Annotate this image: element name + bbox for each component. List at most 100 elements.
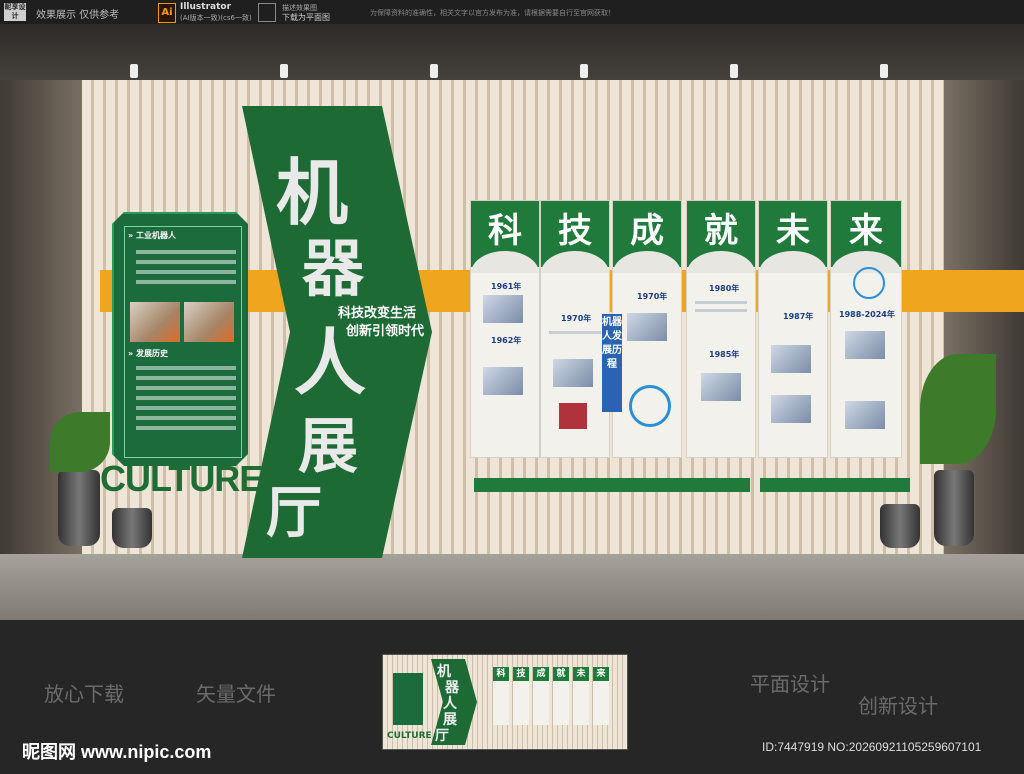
thumb-column: 来 (593, 667, 609, 725)
column-char: 就 (704, 211, 738, 251)
column-char: 技 (558, 211, 592, 251)
marble-floor (0, 554, 1024, 620)
timeline-column: 成 1970年 (612, 200, 682, 458)
hexagon-graphic (853, 267, 885, 299)
spotlight-icon (730, 64, 738, 78)
thumb-culture: CULTURE (387, 731, 432, 741)
thumb-column: 成 (533, 667, 549, 725)
spotlight-icon (880, 64, 888, 78)
vertical-history-label: 机器人发展历程 (602, 314, 622, 412)
thumb-column: 科 (493, 667, 509, 725)
thumb-column: 技 (513, 667, 529, 725)
spotlight-icon (130, 64, 138, 78)
timeline-photo (553, 359, 593, 387)
image-icon (258, 3, 276, 22)
info-panel: » 工业机器人 » 发展历史 (112, 212, 248, 466)
text-line (695, 301, 747, 304)
thumb-panel (393, 673, 423, 725)
panel-heading-history: » 发展历史 (128, 349, 168, 358)
year-label: 1970年 (637, 292, 668, 301)
plant-pot (880, 504, 920, 548)
panel-text-line (136, 386, 236, 390)
plant-pot (112, 508, 152, 548)
title-char: 器 (302, 232, 365, 305)
promo-text: 矢量文件 (196, 682, 276, 706)
timeline-photo (627, 313, 667, 341)
year-label: 1988-2024年 (839, 310, 895, 319)
timeline-column: 来 1988-2024年 (830, 200, 902, 458)
illustrator-icon: Ai (158, 3, 176, 23)
top-info-bar: 昵享设计 效果展示 仅供参考 Ai Illustrator (AI版本一致)(c… (0, 0, 1024, 24)
column-char: 来 (849, 211, 883, 251)
text-line (549, 331, 601, 334)
panel-text-line (136, 416, 236, 420)
timeline-column: 未 1987年 (758, 200, 828, 458)
year-label: 1985年 (709, 350, 740, 359)
promo-text: 平面设计 (750, 672, 830, 696)
column-char: 科 (488, 211, 522, 251)
thumb-column-char: 就 (553, 667, 569, 681)
timeline-photo (771, 395, 811, 423)
timeline-photo (483, 367, 523, 395)
robot-photo (130, 302, 180, 342)
timeline-photo (845, 331, 885, 359)
slogan-line-2: 创新引领时代 (346, 324, 425, 339)
thumb-column-char: 来 (593, 667, 609, 681)
thumb-column-char: 未 (573, 667, 589, 681)
panel-text-line (136, 366, 236, 370)
timeline-photo (483, 295, 523, 323)
thumb-column-char: 科 (493, 667, 509, 681)
panel-text-line (136, 376, 236, 380)
panel-text-line (136, 406, 236, 410)
site-logo: 昵享设计 (4, 3, 26, 21)
thumb-column-char: 技 (513, 667, 529, 681)
robot-photo (184, 302, 234, 342)
ceiling (0, 24, 1024, 80)
timeline-photo (845, 401, 885, 429)
panel-text-line (136, 260, 236, 264)
column-char: 未 (776, 211, 810, 251)
year-label: 1987年 (783, 312, 814, 321)
panel-text-line (136, 250, 236, 254)
year-label: 1980年 (709, 284, 740, 293)
exhibition-render: » 工业机器人 » 发展历史 CULTURE 机 器 人 展 厅 科技改变生活 … (0, 24, 1024, 620)
flat-design-thumbnail[interactable]: CULTURE 机 器 人 展 厅 科 技 成 就 未 来 (382, 654, 628, 750)
plant-pot (934, 470, 974, 546)
download-sub[interactable]: 下载为平面图 (282, 12, 330, 23)
promo-text: 放心下载 (44, 682, 124, 706)
thumb-column-char: 成 (533, 667, 549, 681)
green-strip (760, 478, 910, 492)
circle-graphic (629, 385, 671, 427)
plant-pot (58, 470, 100, 546)
timeline-column: 技 1970年 (540, 200, 610, 458)
spotlight-icon (430, 64, 438, 78)
timeline-column: 科 1961年 1962年 (470, 200, 540, 458)
promo-text: 创新设计 (858, 694, 938, 718)
culture-lettering: CULTURE (100, 458, 263, 499)
thumb-banner: 机 器 人 展 厅 (431, 659, 477, 745)
year-label: 1962年 (491, 336, 522, 345)
year-label: 1961年 (491, 282, 522, 291)
column-char: 成 (630, 211, 664, 251)
year-label: 1970年 (561, 314, 592, 323)
green-strip (474, 478, 750, 492)
panel-heading-robots: » 工业机器人 (128, 231, 176, 240)
timeline-column: 就 1980年 1985年 (686, 200, 756, 458)
format-label: Illustrator (180, 2, 232, 12)
thumb-char: 厅 (435, 728, 449, 744)
panel-text-line (136, 396, 236, 400)
thumb-column: 就 (553, 667, 569, 725)
spotlight-icon (580, 64, 588, 78)
timeline-photo (771, 345, 811, 373)
plant-leaves (920, 354, 996, 464)
panel-text-line (136, 270, 236, 274)
title-char: 厅 (266, 481, 322, 546)
thumb-column: 未 (573, 667, 589, 725)
site-watermark: 昵图网 www.nipic.com (22, 742, 212, 762)
disclaimer-text: 为保障资料的准确性，相关文字以官方发布为准，请根据需要自行至官网获取！ (370, 9, 615, 17)
preview-notice: 效果展示 仅供参考 (36, 10, 120, 21)
plant-leaves (50, 412, 110, 472)
panel-text-line (136, 426, 236, 430)
text-line (695, 309, 747, 312)
slogan-line-1: 科技改变生活 (338, 306, 417, 321)
